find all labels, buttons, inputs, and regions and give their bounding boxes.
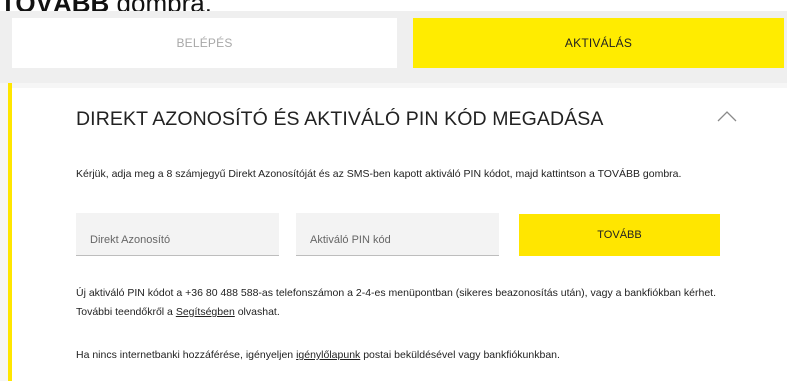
access-info-after: postai beküldésével vagy bankfiókunkban. — [360, 349, 560, 361]
pin-code-field — [296, 213, 499, 256]
direct-id-field — [76, 213, 279, 256]
tab-activate[interactable]: AKTIVÁLÁS — [413, 18, 784, 68]
intro-text: Kérjük, adja meg a 8 számjegyű Direkt Az… — [76, 168, 682, 180]
pin-code-input[interactable] — [296, 213, 499, 255]
access-info-text: Ha nincs internetbanki hozzáférése, igén… — [76, 347, 736, 363]
next-button[interactable]: TOVÁBB — [519, 214, 720, 256]
help-link[interactable]: Segítségben — [176, 306, 235, 318]
activation-card: DIREKT AZONOSÍTÓ ÉS AKTIVÁLÓ PIN KÓD MEG… — [12, 88, 787, 381]
tab-login[interactable]: BELÉPÉS — [12, 18, 397, 68]
chevron-up-icon[interactable] — [715, 105, 739, 129]
access-info-before: Ha nincs internetbanki hozzáférése, igén… — [76, 349, 297, 361]
pin-info-after: olvashat. — [234, 306, 280, 318]
section-title: DIREKT AZONOSÍTÓ ÉS AKTIVÁLÓ PIN KÓD MEG… — [76, 108, 604, 130]
direct-id-input[interactable] — [76, 213, 279, 255]
pin-info-before: Új aktiváló PIN kódot a +36 80 488 588-a… — [76, 287, 717, 318]
application-form-link[interactable]: igénylőlapunk — [296, 349, 360, 361]
activation-panel: DIREKT AZONOSÍTÓ ÉS AKTIVÁLÓ PIN KÓD MEG… — [0, 83, 787, 381]
tab-bar: BELÉPÉS AKTIVÁLÁS — [0, 11, 787, 83]
pin-info-text: Új aktiváló PIN kódot a +36 80 488 588-a… — [76, 284, 736, 322]
